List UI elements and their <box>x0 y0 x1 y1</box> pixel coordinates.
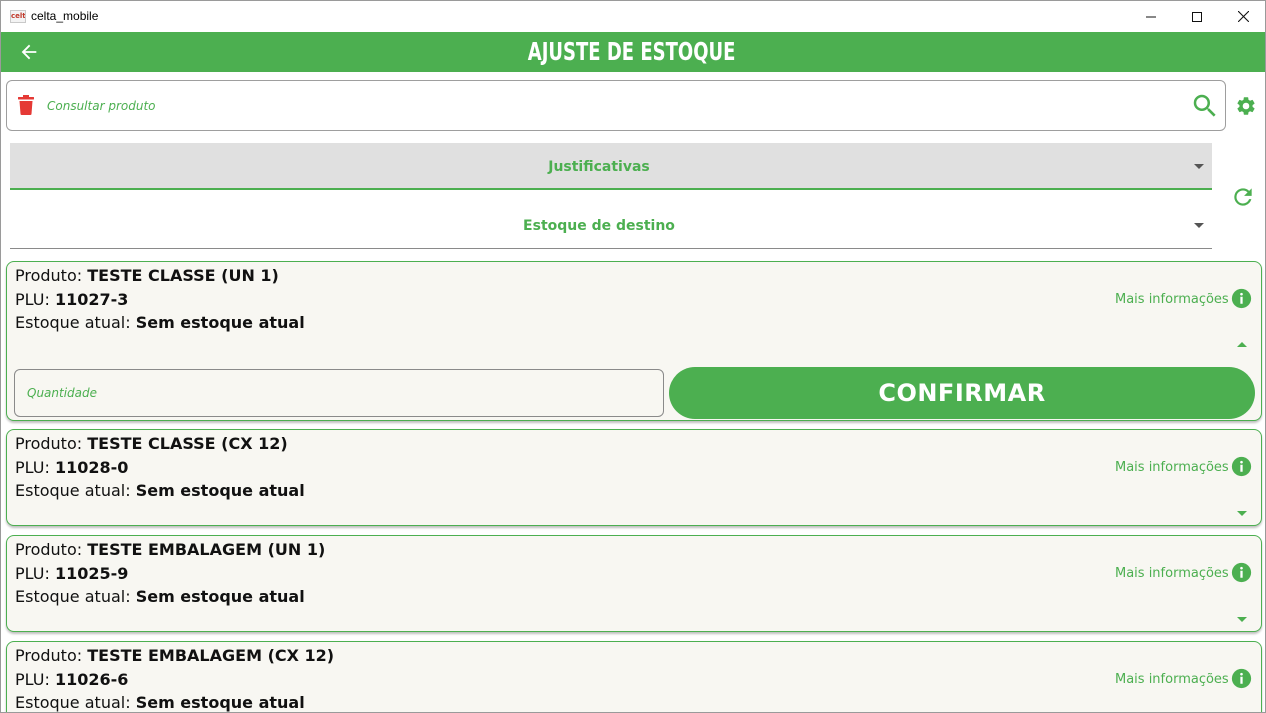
window-title: celta_mobile <box>31 9 99 23</box>
product-card[interactable]: Produto: TESTE EMBALAGEM (CX 12) PLU: 11… <box>6 641 1262 712</box>
maximize-button[interactable] <box>1174 1 1220 32</box>
product-plu-line: PLU: 11027-3 <box>15 290 129 309</box>
estoque-destino-dropdown[interactable]: Estoque de destino <box>10 202 1212 249</box>
product-name-line: Produto: TESTE EMBALAGEM (CX 12) <box>15 646 335 665</box>
more-info-link[interactable]: Mais informações <box>1115 292 1229 307</box>
expand-chevron-icon[interactable] <box>1237 617 1247 622</box>
search-icon[interactable] <box>1190 91 1220 121</box>
minimize-button[interactable] <box>1128 1 1174 32</box>
product-plu-line: PLU: 11028-0 <box>15 458 129 477</box>
product-name-line: Produto: TESTE EMBALAGEM (UN 1) <box>15 540 326 559</box>
product-name-line: Produto: TESTE CLASSE (CX 12) <box>15 434 288 453</box>
product-card[interactable]: Produto: TESTE EMBALAGEM (UN 1) PLU: 110… <box>6 535 1262 632</box>
more-info-link[interactable]: Mais informações <box>1115 672 1229 687</box>
product-search-input[interactable] <box>47 95 1167 117</box>
close-icon <box>1237 11 1249 22</box>
dropdown-arrow-icon <box>1194 223 1204 228</box>
page-title: AJUSTE DE ESTOQUE <box>527 37 736 66</box>
minimize-icon <box>1146 16 1156 17</box>
expand-chevron-icon[interactable] <box>1237 511 1247 516</box>
collapse-chevron-icon[interactable] <box>1237 342 1247 347</box>
app-bar: AJUSTE DE ESTOQUE <box>1 32 1265 72</box>
app-window: celta celta_mobile AJUSTE DE ESTOQUE <box>0 0 1266 713</box>
confirm-button[interactable]: CONFIRMAR <box>669 367 1255 419</box>
product-plu-line: PLU: 11025-9 <box>15 564 129 583</box>
estoque-destino-label: Estoque de destino <box>523 218 675 234</box>
refresh-icon[interactable] <box>1230 184 1256 210</box>
dropdown-arrow-icon <box>1194 164 1204 169</box>
back-arrow-icon[interactable] <box>18 41 40 63</box>
product-card[interactable]: Produto: TESTE CLASSE (CX 12) PLU: 11028… <box>6 429 1262 526</box>
more-info-link[interactable]: Mais informações <box>1115 566 1229 581</box>
product-stock-line: Estoque atual: Sem estoque atual <box>15 481 305 500</box>
justificativas-dropdown[interactable]: Justificativas <box>10 143 1212 190</box>
product-stock-line: Estoque atual: Sem estoque atual <box>15 313 305 332</box>
maximize-icon <box>1192 11 1202 22</box>
info-icon[interactable] <box>1231 668 1252 689</box>
info-icon[interactable] <box>1231 456 1252 477</box>
close-button[interactable] <box>1220 1 1265 32</box>
trash-icon[interactable] <box>17 95 35 115</box>
product-plu-line: PLU: 11026-6 <box>15 670 129 689</box>
info-icon[interactable] <box>1231 288 1252 309</box>
app-logo-icon: celta <box>10 10 26 23</box>
product-search-box <box>6 80 1226 131</box>
window-titlebar: celta celta_mobile <box>1 1 1265 32</box>
product-stock-line: Estoque atual: Sem estoque atual <box>15 587 305 606</box>
product-name-line: Produto: TESTE CLASSE (UN 1) <box>15 266 279 285</box>
justificativas-label: Justificativas <box>548 159 650 175</box>
product-card[interactable]: Produto: TESTE CLASSE (UN 1) PLU: 11027-… <box>6 261 1262 421</box>
quantity-input[interactable] <box>14 369 664 417</box>
info-icon[interactable] <box>1231 562 1252 583</box>
more-info-link[interactable]: Mais informações <box>1115 460 1229 475</box>
product-stock-line: Estoque atual: Sem estoque atual <box>15 693 305 712</box>
gear-icon[interactable] <box>1235 95 1257 117</box>
